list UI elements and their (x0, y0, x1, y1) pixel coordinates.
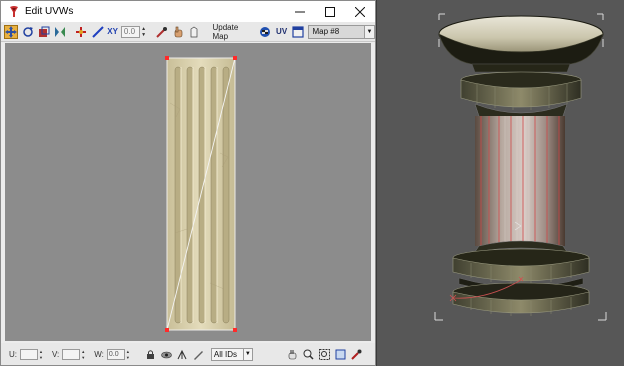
pencil-icon (194, 350, 204, 360)
chevron-down-icon: ▼ (242, 348, 252, 360)
pick-button[interactable] (155, 25, 168, 39)
perspective-viewport[interactable] (376, 0, 624, 366)
window-icon (292, 25, 304, 38)
maximize-button[interactable] (315, 1, 345, 22)
checker-button[interactable] (259, 25, 272, 39)
close-icon (355, 6, 365, 17)
lock-button[interactable] (145, 348, 157, 360)
scale-button[interactable] (37, 25, 50, 39)
scale-icon (38, 26, 50, 37)
eye-icon (161, 351, 173, 358)
move-button[interactable] (4, 24, 18, 39)
column-model (434, 13, 607, 321)
freeform-button[interactable] (75, 25, 88, 39)
map-dropdown-value: Map #8 (312, 27, 340, 36)
lock-icon (147, 349, 155, 359)
pick-icon (156, 26, 168, 38)
u-spinner[interactable]: ▲ ▼ (39, 349, 44, 360)
gizmo-button[interactable] (177, 348, 189, 360)
uv-icon: UV (276, 27, 288, 36)
move-icon (5, 25, 17, 38)
window-title: Edit UVWs (25, 6, 74, 17)
uv-button[interactable]: UV (275, 25, 288, 39)
v-spinner[interactable]: ▲ ▼ (81, 349, 86, 360)
pan-hand-icon (289, 349, 297, 359)
link-icon (91, 25, 104, 38)
window-button[interactable] (291, 25, 304, 39)
snap-button[interactable] (351, 348, 363, 360)
rotate-button[interactable] (21, 25, 34, 39)
freeform-icon (76, 26, 87, 37)
minimize-button[interactable] (285, 1, 315, 22)
map-dropdown[interactable]: Map #8 ▼ (308, 24, 375, 39)
pencil-button[interactable] (193, 348, 205, 360)
pan-hand-button[interactable] (287, 348, 299, 360)
gizmo-icon (177, 349, 187, 359)
status-bar: U: ▲ ▼ V: ▲ ▼ W: 0.0 ▲ ▼ All IDs ▼ (1, 343, 375, 365)
pan-button[interactable] (187, 25, 200, 39)
eye-button[interactable] (161, 348, 173, 360)
zoom-region-icon (319, 348, 331, 360)
uv-vertex[interactable] (233, 328, 237, 332)
u-field[interactable] (20, 348, 38, 360)
maximize-icon (325, 6, 335, 17)
rotate-icon (22, 26, 33, 37)
zoom-region-button[interactable] (319, 348, 331, 360)
edit-uvws-window[interactable]: Edit UVWs XY 0.0 ▲ ▼ Update Map UV Map #… (0, 0, 376, 366)
link-button[interactable] (91, 25, 104, 39)
v-label: V: (52, 349, 60, 359)
minimize-icon (295, 11, 305, 12)
chevron-down-icon: ▼ (364, 25, 374, 38)
mirror-button[interactable] (54, 25, 67, 39)
zoom-icon (303, 349, 314, 360)
uv-vertex[interactable] (233, 56, 237, 60)
v-field[interactable] (62, 348, 81, 360)
title-bar[interactable]: Edit UVWs (1, 1, 375, 22)
checker-icon (260, 26, 271, 37)
w-spinner[interactable]: ▲ ▼ (126, 349, 131, 360)
uv-toolbar: XY 0.0 ▲ ▼ Update Map UV Map #8 ▼ (1, 22, 375, 42)
uv-vertex[interactable] (165, 328, 169, 332)
screen: Edit UVWs XY 0.0 ▲ ▼ Update Map UV Map #… (0, 0, 624, 366)
app-icon (10, 5, 18, 17)
uv-texture-view[interactable] (5, 43, 371, 341)
zoom-extents-icon (335, 349, 346, 359)
ids-dropdown[interactable]: All IDs ▼ (210, 347, 253, 361)
pan-icon (190, 26, 198, 37)
u-label: U: (9, 349, 17, 359)
ids-dropdown-value: All IDs (213, 349, 238, 359)
w-label: W: (94, 349, 104, 359)
xy-toggle[interactable]: XY (107, 27, 118, 36)
snap-icon (351, 349, 362, 360)
w-field[interactable]: 0.0 (106, 348, 125, 360)
update-map-button[interactable]: Update Map (210, 22, 255, 42)
zoom-button[interactable] (303, 348, 315, 360)
hand-icon (174, 26, 182, 37)
spinner-arrows[interactable]: ▲ ▼ (141, 26, 147, 38)
spinner-field[interactable]: 0.0 (120, 25, 141, 38)
hand-button[interactable] (171, 25, 184, 39)
mirror-icon (55, 26, 66, 37)
uv-editor-canvas[interactable] (5, 43, 371, 341)
uv-vertex[interactable] (165, 56, 169, 60)
zoom-extents-button[interactable] (335, 348, 347, 360)
close-button[interactable] (345, 1, 375, 22)
